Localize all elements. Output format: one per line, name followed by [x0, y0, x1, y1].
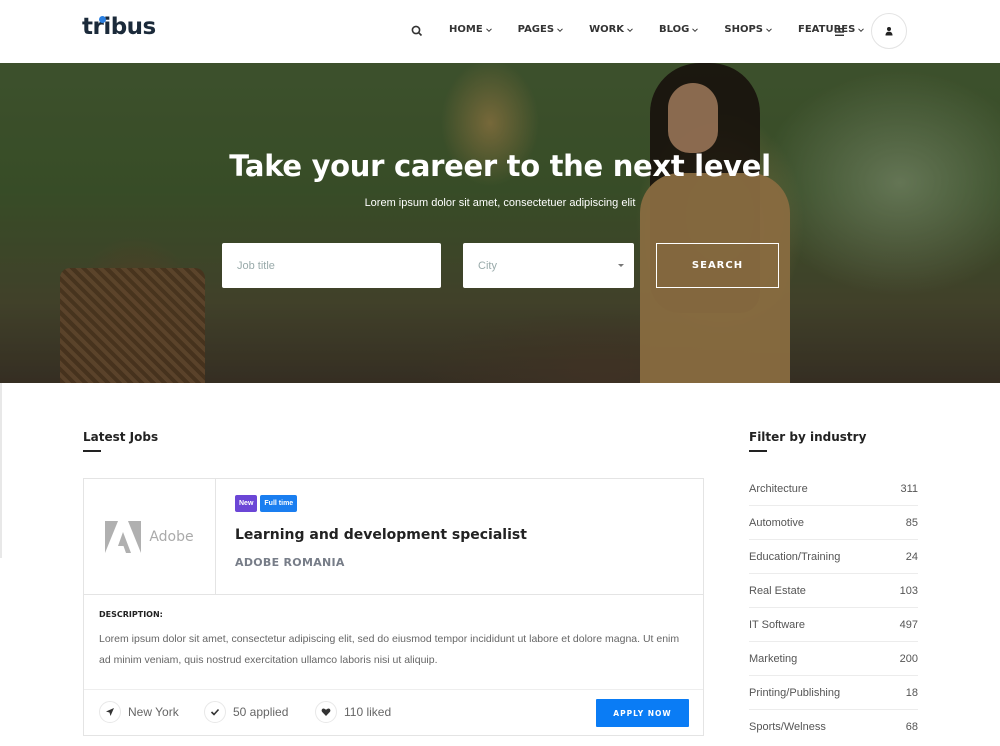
company-logo: Adobe — [84, 479, 216, 594]
chevron-down-icon — [557, 27, 563, 32]
job-description: Lorem ipsum dolor sit amet, consectetur … — [99, 633, 680, 666]
latest-jobs-title: Latest Jobs — [83, 430, 159, 444]
chevron-down-icon — [858, 27, 865, 32]
chevron-down-icon — [692, 27, 699, 32]
divider — [84, 594, 703, 595]
filter-heading: Filter by industry — [749, 430, 867, 452]
filter-count: 68 — [905, 721, 918, 733]
filter-label: Education/Training — [749, 550, 841, 563]
filter-item-automotive[interactable]: Automotive 85 — [749, 506, 918, 540]
applied-text: 50 applied — [233, 705, 289, 719]
nav-home[interactable]: HOME — [449, 24, 493, 35]
logo-text: tribus — [82, 14, 156, 40]
nav-label: HOME — [449, 24, 483, 35]
side-divider — [0, 383, 2, 558]
city-select[interactable]: City — [463, 243, 634, 288]
job-title-placeholder: Job title — [237, 259, 275, 272]
badge-full-time: Full time — [260, 495, 298, 512]
hero-title: Take your career to the next level — [229, 149, 771, 183]
filter-label: Marketing — [749, 652, 798, 665]
adobe-logo-icon — [105, 520, 142, 553]
filter-label: Sports/Welness — [749, 721, 826, 733]
filter-count: 311 — [900, 482, 918, 495]
job-title[interactable]: Learning and development specialist — [235, 527, 527, 543]
filter-item-printing-publishing[interactable]: Printing/Publishing 18 — [749, 676, 918, 710]
main-nav: HOME PAGES WORK BLOG SHOPS FEATURES — [449, 24, 890, 35]
job-company[interactable]: ADOBE ROMANIA — [235, 556, 345, 569]
filter-item-marketing[interactable]: Marketing 200 — [749, 642, 918, 676]
filter-item-real-estate[interactable]: Real Estate 103 — [749, 574, 918, 608]
nav-shops[interactable]: SHOPS — [724, 24, 773, 35]
nav-features[interactable]: FEATURES — [798, 24, 865, 35]
hero-subtitle: Lorem ipsum dolor sit amet, consectetuer… — [364, 197, 636, 209]
job-location: New York — [99, 701, 179, 723]
filter-label: Automotive — [749, 516, 805, 529]
hero-banner: Take your career to the next level Lorem… — [0, 63, 1000, 383]
nav-label: FEATURES — [798, 24, 856, 35]
filter-count: 497 — [899, 618, 918, 631]
nav-label: PAGES — [517, 24, 555, 35]
filter-label: IT Software — [749, 618, 806, 631]
location-text: New York — [128, 705, 179, 719]
filter-count: 103 — [899, 584, 918, 597]
filter-count: 200 — [899, 652, 918, 665]
divider — [84, 689, 703, 690]
badge-new: New — [235, 495, 258, 512]
industry-filter-list: Architecture 311 Automotive 85 Education… — [749, 472, 918, 744]
user-account-button[interactable] — [871, 13, 907, 49]
site-header: tribus HOME PAGES WORK BLOG SHOPS FEATUR… — [0, 0, 1000, 63]
filter-item-architecture[interactable]: Architecture 311 — [749, 472, 918, 506]
filter-count: 24 — [905, 550, 918, 563]
heading-underline — [83, 450, 101, 452]
dropdown-caret-icon — [618, 264, 624, 267]
search-button[interactable]: SEARCH — [656, 243, 779, 288]
filter-item-sports-welness[interactable]: Sports/Welness 68 — [749, 710, 918, 744]
job-title-input[interactable]: Job title — [222, 243, 441, 288]
adobe-logo-text: Adobe — [149, 528, 194, 545]
filter-label: Printing/Publishing — [749, 686, 841, 699]
nav-work[interactable]: WORK — [589, 24, 634, 35]
nav-label: BLOG — [659, 24, 690, 35]
hero-content: Take your career to the next level Lorem… — [0, 63, 1000, 383]
filter-count: 85 — [905, 516, 918, 529]
job-applied-count: 50 applied — [204, 701, 288, 723]
menu-icon[interactable] — [834, 25, 846, 37]
logo-dot — [99, 16, 106, 23]
job-badges: New Full time — [235, 495, 300, 512]
user-icon — [885, 27, 893, 36]
nav-pages[interactable]: PAGES — [518, 24, 564, 35]
check-icon — [204, 701, 226, 723]
city-placeholder: City — [478, 259, 497, 272]
apply-now-button[interactable]: APPLY NOW — [596, 699, 689, 727]
latest-jobs-heading: Latest Jobs — [83, 430, 159, 452]
adobe-logo: Adobe — [105, 520, 194, 553]
job-card[interactable]: Adobe New Full time Learning and develop… — [83, 478, 704, 736]
description-label: DESCRIPTION: — [99, 610, 163, 619]
filter-label: Architecture — [749, 482, 808, 495]
logo[interactable]: tribus — [82, 14, 156, 40]
nav-label: WORK — [589, 24, 625, 35]
location-arrow-icon — [99, 701, 121, 723]
nav-label: SHOPS — [724, 24, 764, 35]
heading-underline — [749, 450, 767, 452]
filter-label: Real Estate — [749, 584, 806, 597]
chevron-down-icon — [766, 27, 772, 32]
filter-count: 18 — [905, 686, 918, 699]
filter-item-it-software[interactable]: IT Software 497 — [749, 608, 918, 642]
chevron-down-icon — [627, 27, 633, 32]
chevron-down-icon — [485, 27, 492, 32]
filter-title: Filter by industry — [749, 430, 867, 444]
job-liked-count[interactable]: 110 liked — [315, 701, 391, 723]
nav-blog[interactable]: BLOG — [659, 24, 699, 35]
liked-text: 110 liked — [344, 705, 392, 719]
heart-icon[interactable] — [315, 701, 337, 723]
search-icon[interactable] — [410, 24, 424, 38]
filter-item-education-training[interactable]: Education/Training 24 — [749, 540, 918, 574]
